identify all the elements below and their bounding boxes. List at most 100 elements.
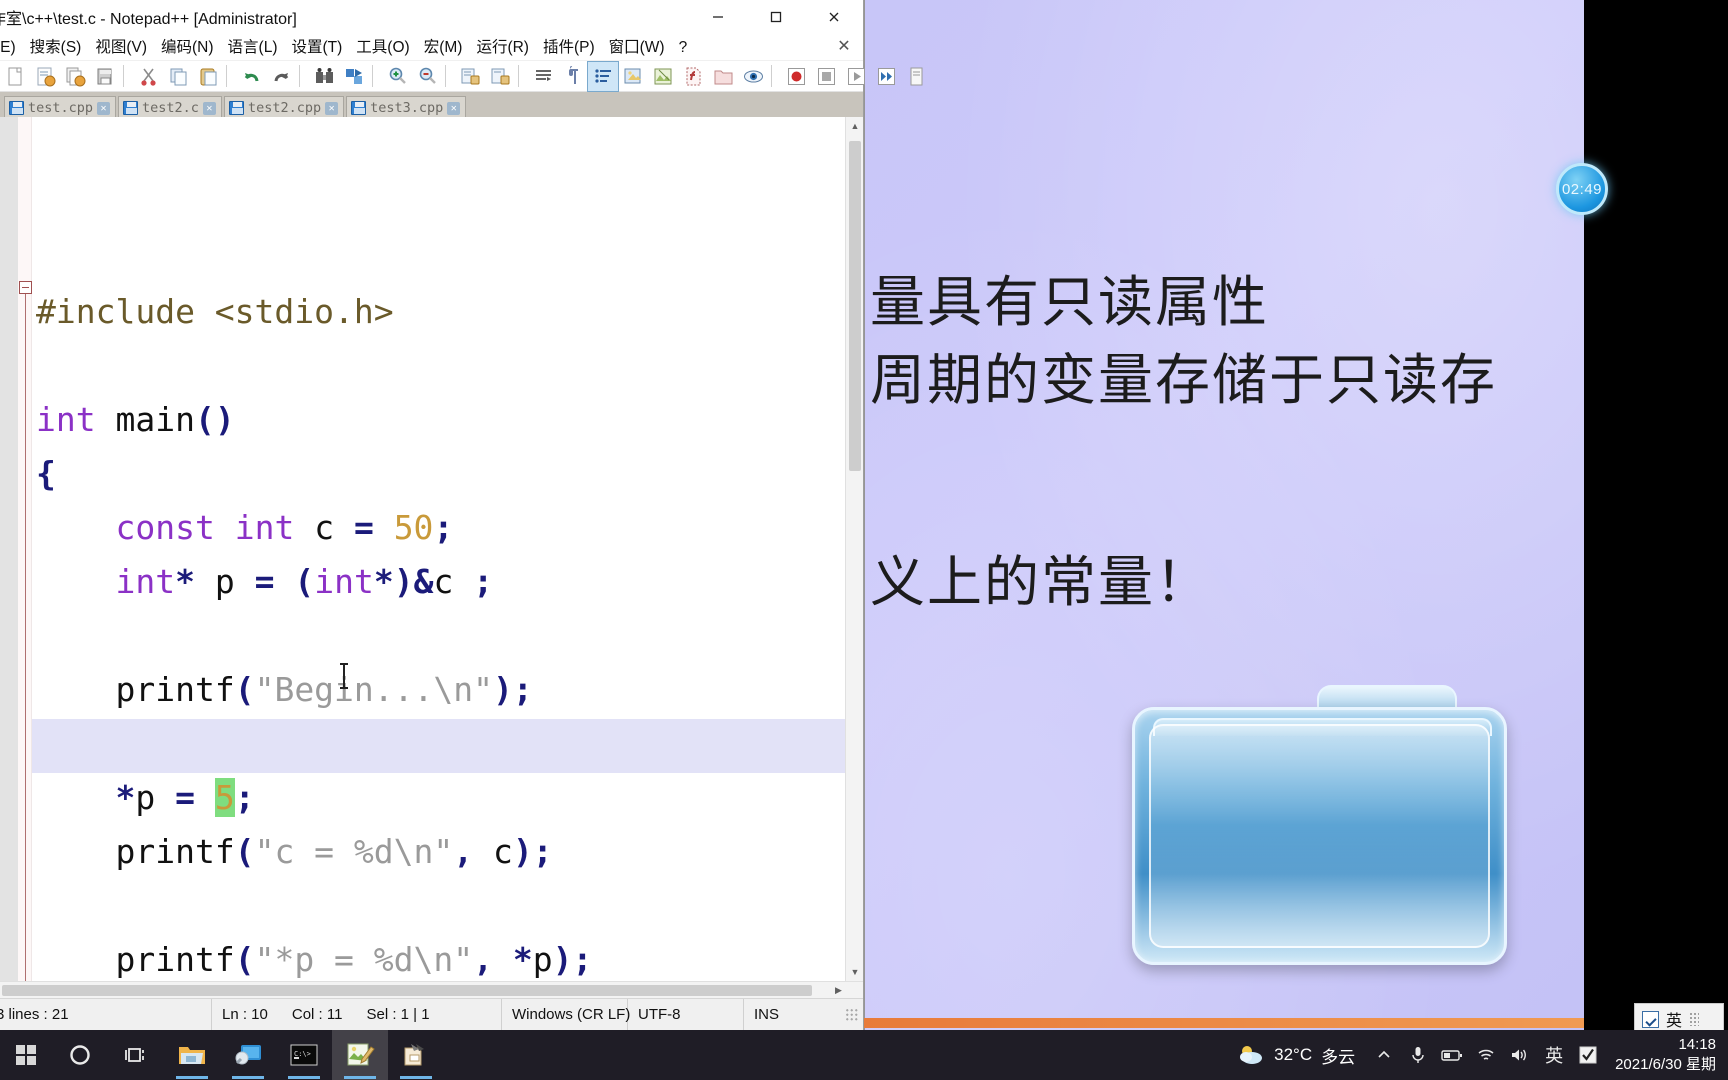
- word-wrap-icon[interactable]: [528, 62, 558, 91]
- slide-line-3: 义上的常量！: [870, 550, 1213, 614]
- ime-drag-handle-icon[interactable]: [1689, 1012, 1700, 1026]
- menu-bar[interactable]: (E) 搜索(S) 视图(V) 编码(N) 语言(L) 设置(T) 工具(O) …: [0, 34, 863, 61]
- volume-icon[interactable]: [1503, 1030, 1537, 1080]
- tab-test3-cpp[interactable]: test3.cpp ✕: [346, 96, 467, 117]
- copy-icon[interactable]: [163, 62, 193, 91]
- chevron-up-icon[interactable]: [1367, 1030, 1401, 1080]
- function-list-icon[interactable]: [678, 62, 708, 91]
- scroll-down-arrow-icon[interactable]: ▼: [846, 963, 863, 981]
- save-macro-icon[interactable]: [901, 62, 931, 91]
- cut-icon[interactable]: [133, 62, 163, 91]
- taskbar-notepadpp[interactable]: [332, 1030, 388, 1080]
- weather-temperature: 32°C: [1274, 1045, 1313, 1064]
- wifi-icon[interactable]: [1469, 1030, 1503, 1080]
- minimize-icon: [713, 16, 723, 18]
- microphone-icon[interactable]: [1401, 1030, 1435, 1080]
- playback-macro-icon[interactable]: [841, 62, 871, 91]
- vertical-scroll-thumb[interactable]: [849, 141, 861, 471]
- start-button[interactable]: [0, 1030, 52, 1080]
- tab-label: test.cpp: [28, 100, 94, 116]
- fold-toggle-icon[interactable]: [19, 281, 32, 294]
- replace-icon[interactable]: [339, 62, 369, 91]
- battery-icon[interactable]: [1435, 1030, 1469, 1080]
- document-tab-bar[interactable]: test.cpp ✕ test2.c ✕ test2.cpp ✕ test3.c…: [0, 92, 863, 117]
- zoom-in-icon[interactable]: [382, 62, 412, 91]
- taskbar[interactable]: C:\> 32°C 多云 英 14:18 2021/6/30 星期: [0, 1030, 1728, 1080]
- menu-macro[interactable]: 宏(M): [417, 34, 470, 61]
- taskbar-terminal[interactable]: C:\>: [276, 1030, 332, 1080]
- save-all-icon[interactable]: [90, 62, 120, 91]
- folder-as-workspace-icon[interactable]: [708, 62, 738, 91]
- menu-help[interactable]: ?: [672, 34, 695, 61]
- redo-icon[interactable]: [266, 62, 296, 91]
- clock[interactable]: 14:18 2021/6/30 星期: [1605, 1035, 1724, 1076]
- taskbar-archiver[interactable]: [388, 1030, 444, 1080]
- tab-close-icon[interactable]: ✕: [325, 101, 339, 115]
- tab-close-icon[interactable]: ✕: [447, 101, 461, 115]
- code-text-area[interactable]: #include <stdio.h> int main() { const in…: [32, 117, 863, 981]
- show-all-characters-icon[interactable]: [558, 62, 588, 91]
- minimize-button[interactable]: [689, 0, 747, 34]
- menu-edit[interactable]: (E): [0, 34, 23, 61]
- recording-timer-badge[interactable]: 02:49: [1556, 163, 1608, 215]
- stop-macro-icon[interactable]: [811, 62, 841, 91]
- menu-view[interactable]: 视图(V): [88, 34, 154, 61]
- tab-label: test2.cpp: [247, 100, 322, 116]
- scroll-up-arrow-icon[interactable]: ▲: [846, 117, 863, 135]
- status-eol-format[interactable]: Windows (CR LF): [502, 998, 630, 1031]
- close-button[interactable]: [805, 0, 863, 34]
- menu-language[interactable]: 语言(L): [221, 34, 285, 61]
- maximize-button[interactable]: [747, 0, 805, 34]
- resize-grip-icon[interactable]: [845, 1007, 859, 1022]
- record-macro-icon[interactable]: [781, 62, 811, 91]
- save-file-icon[interactable]: [60, 62, 90, 91]
- run-macro-multiple-icon[interactable]: [871, 62, 901, 91]
- tab-test2-c[interactable]: test2.c ✕: [118, 96, 222, 117]
- code-editor[interactable]: #include <stdio.h> int main() { const in…: [0, 117, 863, 981]
- system-tray[interactable]: 32°C 多云 英 14:18 2021/6/30 星期: [1225, 1030, 1728, 1080]
- sync-vertical-scroll-icon[interactable]: [455, 62, 485, 91]
- indent-guide-icon[interactable]: [587, 60, 619, 92]
- taskbar-screen-app[interactable]: [220, 1030, 276, 1080]
- horizontal-scrollbar[interactable]: ▶: [0, 981, 863, 998]
- tab-close-icon[interactable]: ✕: [97, 101, 111, 115]
- scroll-right-arrow-icon[interactable]: ▶: [830, 982, 847, 999]
- menu-plugins[interactable]: 插件(P): [536, 34, 602, 61]
- tab-test2-cpp[interactable]: test2.cpp ✕: [223, 96, 345, 117]
- user-defined-language-icon[interactable]: [618, 62, 648, 91]
- ime-checkbox-icon[interactable]: [1571, 1030, 1605, 1080]
- menu-encoding[interactable]: 编码(N): [154, 34, 221, 61]
- paste-icon[interactable]: [193, 62, 223, 91]
- sync-horizontal-scroll-icon[interactable]: [485, 62, 515, 91]
- title-bar[interactable]: 作室\c++\test.c - Notepad++ [Administrator…: [0, 0, 863, 34]
- ime-indicator[interactable]: 英: [1537, 1030, 1571, 1080]
- status-insert-mode[interactable]: INS: [744, 999, 814, 1031]
- menu-run[interactable]: 运行(R): [469, 34, 536, 61]
- menu-search[interactable]: 搜索(S): [23, 34, 89, 61]
- menu-settings[interactable]: 设置(T): [285, 34, 350, 61]
- find-icon[interactable]: [309, 62, 339, 91]
- weather-widget[interactable]: 32°C 多云: [1225, 1043, 1367, 1068]
- taskbar-file-explorer[interactable]: [164, 1030, 220, 1080]
- document-map-icon[interactable]: [648, 62, 678, 91]
- taskbar-task-view[interactable]: [108, 1030, 164, 1080]
- toolbar-separator: [518, 65, 525, 87]
- window-title: 作室\c++\test.c - Notepad++ [Administrator…: [0, 11, 297, 28]
- undo-icon[interactable]: [236, 62, 266, 91]
- close-document-button[interactable]: ✕: [835, 38, 853, 56]
- tab-test-cpp[interactable]: test.cpp ✕: [4, 96, 117, 117]
- taskbar-cortana[interactable]: [52, 1030, 108, 1080]
- zoom-out-icon[interactable]: [412, 62, 442, 91]
- notepadpp-window[interactable]: 作室\c++\test.c - Notepad++ [Administrator…: [0, 0, 922, 1031]
- fold-margin[interactable]: [0, 117, 32, 981]
- vertical-scrollbar[interactable]: ▲ ▼: [845, 117, 863, 981]
- menu-window[interactable]: 窗囗(W): [602, 34, 672, 61]
- toolbar[interactable]: [0, 60, 922, 92]
- status-encoding[interactable]: UTF-8: [628, 998, 744, 1031]
- monitoring-icon[interactable]: [738, 62, 768, 91]
- horizontal-scroll-thumb[interactable]: [2, 985, 812, 996]
- tab-close-icon[interactable]: ✕: [202, 101, 216, 115]
- menu-tools[interactable]: 工具(O): [349, 34, 416, 61]
- open-file-icon[interactable]: [30, 62, 60, 91]
- new-file-icon[interactable]: [0, 62, 30, 91]
